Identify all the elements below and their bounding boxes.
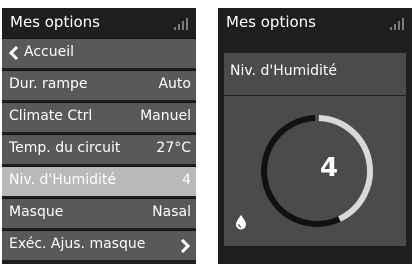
menu-item-label: Masque xyxy=(9,204,64,220)
humidity-level-value: 4 xyxy=(319,153,339,183)
screen-title: Mes options xyxy=(226,13,316,31)
options-menu-screen: Mes options Accueil Dur. rampe Auto Clim… xyxy=(2,8,196,264)
signal-strength-icon xyxy=(174,18,190,30)
water-drop-icon xyxy=(236,215,246,230)
menu-item-value: Manuel xyxy=(140,108,191,124)
menu-item-label: Climate Ctrl xyxy=(9,108,93,124)
setting-header: Niv. d'Humidité xyxy=(224,53,406,95)
menu-item-masque[interactable]: Masque Nasal xyxy=(2,198,196,228)
menu-item-temp-circuit[interactable]: Temp. du circuit 27°C xyxy=(2,134,196,164)
screen-title: Mes options xyxy=(10,13,100,31)
signal-strength-icon xyxy=(390,18,406,30)
menu-item-label: Exéc. Ajus. masque xyxy=(9,236,146,252)
menu-item-value: 4 xyxy=(182,172,191,188)
menu-item-niv-humidite[interactable]: Niv. d'Humidité 4 xyxy=(2,166,196,196)
humidity-detail-screen: Mes options Niv. d'Humidité 4 xyxy=(218,8,412,264)
menu-item-accueil[interactable]: Accueil xyxy=(2,38,196,68)
chevron-left-icon xyxy=(8,45,19,61)
menu-item-exec-ajus-masque[interactable]: Exéc. Ajus. masque xyxy=(2,230,196,260)
title-bar: Mes options xyxy=(218,8,412,38)
chevron-right-icon xyxy=(180,239,190,253)
menu-item-climate-ctrl[interactable]: Climate Ctrl Manuel xyxy=(2,102,196,132)
menu-item-label: Dur. rampe xyxy=(9,76,88,92)
menu-item-label: Accueil xyxy=(24,44,74,60)
menu-item-value: 27°C xyxy=(156,140,191,156)
menu-item-label: Niv. d'Humidité xyxy=(9,172,117,188)
title-bar: Mes options xyxy=(2,8,196,38)
menu-item-label: Temp. du circuit xyxy=(9,140,121,156)
menu-item-value: Auto xyxy=(158,76,191,92)
setting-label: Niv. d'Humidité xyxy=(230,63,338,79)
menu-item-value: Nasal xyxy=(152,204,191,220)
menu-item-dur-rampe[interactable]: Dur. rampe Auto xyxy=(2,70,196,100)
humidity-dial-panel[interactable]: 4 xyxy=(224,96,406,246)
